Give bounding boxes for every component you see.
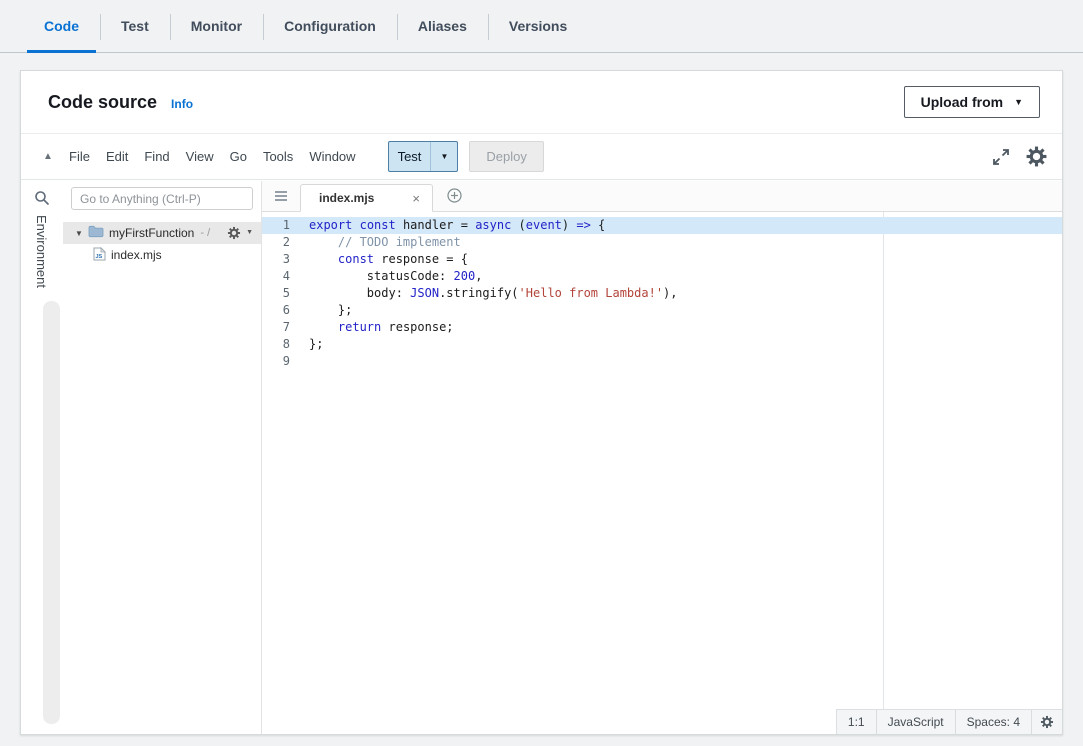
cursor-position[interactable]: 1:1: [837, 710, 876, 734]
test-button-label: Test: [398, 149, 422, 164]
test-dropdown-button[interactable]: ▼: [431, 142, 457, 171]
line-number: 8: [262, 336, 303, 353]
tab-versions-label: Versions: [509, 18, 567, 34]
editor-content-row: Environment ▼ myFirstFunction - /: [21, 181, 1062, 734]
tree-row-root-folder[interactable]: ▼ myFirstFunction - /: [63, 222, 261, 244]
tab-list-icon[interactable]: [274, 190, 288, 202]
tab-code[interactable]: Code: [23, 0, 100, 52]
code-line[interactable]: return response;: [303, 319, 1062, 336]
tab-aliases[interactable]: Aliases: [397, 0, 488, 52]
statusbar-gear-icon[interactable]: [1031, 710, 1062, 734]
line-number: 3: [262, 251, 303, 268]
tab-monitor-label: Monitor: [191, 18, 242, 34]
menu-view[interactable]: View: [178, 149, 222, 164]
tab-aliases-label: Aliases: [418, 18, 467, 34]
folder-icon: [88, 225, 104, 241]
code-line[interactable]: [303, 353, 1062, 370]
test-split-button: Test ▼: [388, 141, 459, 172]
editor-tabbar: index.mjs ×: [262, 181, 1062, 212]
code-line[interactable]: export const handler = async (event) => …: [303, 217, 1062, 234]
chevron-down-icon: ▼: [440, 152, 448, 161]
file-tree: ▼ myFirstFunction - /: [63, 222, 261, 266]
panel-header: Code source Info Upload from ▼: [21, 71, 1062, 133]
chevron-down-icon[interactable]: ▼: [246, 229, 253, 236]
editor-settings-gear-icon[interactable]: [1025, 145, 1048, 168]
language-mode[interactable]: JavaScript: [876, 710, 955, 734]
line-number: 1: [262, 217, 303, 234]
deploy-button[interactable]: Deploy: [469, 141, 543, 172]
new-tab-plus-icon[interactable]: [447, 188, 462, 203]
menu-edit[interactable]: Edit: [98, 149, 136, 164]
tab-test[interactable]: Test: [100, 0, 170, 52]
line-number: 7: [262, 319, 303, 336]
tab-monitor[interactable]: Monitor: [170, 0, 263, 52]
tree-row-index-file[interactable]: JS index.mjs: [63, 244, 261, 266]
editor-tab-index-mjs[interactable]: index.mjs ×: [300, 184, 433, 212]
code-lines[interactable]: export const handler = async (event) => …: [303, 212, 1062, 734]
collapse-triangle-icon[interactable]: ▲: [35, 151, 61, 162]
menu-window[interactable]: Window: [301, 149, 363, 164]
code-area[interactable]: 123456789 export const handler = async (…: [262, 212, 1062, 734]
code-editor: index.mjs × 123456789 export const handl…: [262, 181, 1062, 734]
code-source-panel: Code source Info Upload from ▼ ▲ File Ed…: [20, 70, 1063, 735]
deploy-button-label: Deploy: [486, 149, 526, 164]
menu-file[interactable]: File: [61, 149, 98, 164]
environment-panel-tab[interactable]: Environment: [34, 215, 49, 288]
code-line[interactable]: statusCode: 200,: [303, 268, 1062, 285]
code-line[interactable]: };: [303, 336, 1062, 353]
menu-find[interactable]: Find: [136, 149, 177, 164]
root-folder-suffix: - /: [200, 227, 210, 239]
test-button[interactable]: Test: [389, 142, 432, 171]
menubar-right-icons: [992, 134, 1048, 179]
tab-code-label: Code: [44, 18, 79, 34]
line-number-gutter: 123456789: [262, 212, 303, 734]
code-line[interactable]: };: [303, 302, 1062, 319]
code-line[interactable]: const response = {: [303, 251, 1062, 268]
tab-versions[interactable]: Versions: [488, 0, 588, 52]
tab-configuration-label: Configuration: [284, 18, 376, 34]
code-line[interactable]: // TODO implement: [303, 234, 1062, 251]
search-icon[interactable]: [34, 190, 50, 211]
panel-scrollbar[interactable]: [43, 301, 60, 724]
upload-from-button[interactable]: Upload from ▼: [904, 86, 1040, 118]
upload-from-label: Upload from: [921, 94, 1003, 110]
chevron-down-icon[interactable]: ▼: [75, 229, 88, 238]
tab-configuration[interactable]: Configuration: [263, 0, 397, 52]
line-number: 4: [262, 268, 303, 285]
menu-go[interactable]: Go: [222, 149, 255, 164]
goto-anything-input[interactable]: [71, 187, 253, 210]
function-nav-tabs: Code Test Monitor Configuration Aliases …: [0, 0, 1083, 53]
line-number: 2: [262, 234, 303, 251]
code-line[interactable]: body: JSON.stringify('Hello from Lambda!…: [303, 285, 1062, 302]
close-icon[interactable]: ×: [412, 192, 420, 205]
fullscreen-icon[interactable]: [992, 148, 1010, 166]
line-number: 6: [262, 302, 303, 319]
menu-tools[interactable]: Tools: [255, 149, 301, 164]
tab-test-label: Test: [121, 18, 149, 34]
tree-settings-gear-icon[interactable]: [227, 226, 241, 240]
info-link[interactable]: Info: [171, 97, 193, 111]
indentation-setting[interactable]: Spaces: 4: [955, 710, 1031, 734]
editor-tab-label: index.mjs: [319, 191, 374, 205]
root-folder-name: myFirstFunction: [109, 226, 194, 240]
page-title: Code source: [48, 92, 157, 113]
editor-menubar: ▲ File Edit Find View Go Tools Window Te…: [21, 133, 1062, 180]
js-file-icon: JS: [93, 247, 106, 264]
line-number: 9: [262, 353, 303, 370]
file-name: index.mjs: [111, 248, 162, 262]
line-number: 5: [262, 285, 303, 302]
svg-text:JS: JS: [96, 254, 103, 260]
chevron-down-icon: ▼: [1014, 98, 1023, 107]
file-explorer-panel: ▼ myFirstFunction - /: [63, 181, 262, 734]
left-icon-strip: Environment: [21, 181, 63, 734]
editor-statusbar: 1:1 JavaScript Spaces: 4: [836, 709, 1062, 734]
